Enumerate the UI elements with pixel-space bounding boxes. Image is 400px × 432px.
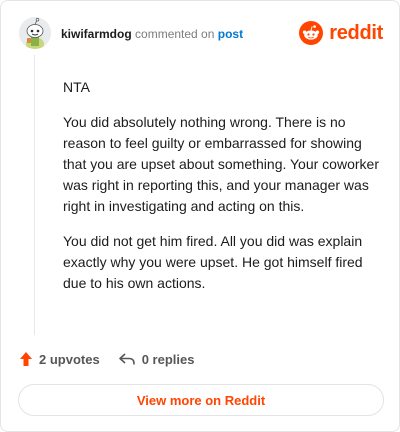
upvote-count: 2 upvotes <box>39 351 100 367</box>
comment-embed-card: kiwifarmdog commented on post reddit NTA… <box>0 0 400 432</box>
upvote-action[interactable]: 2 upvotes <box>19 351 100 367</box>
comment-paragraph-2: You did absolutely nothing wrong. There … <box>63 114 379 214</box>
view-more-button[interactable]: View more on Reddit <box>18 384 384 416</box>
commented-text: commented on <box>135 27 215 41</box>
post-link[interactable]: post <box>218 27 243 41</box>
reply-action[interactable]: 0 replies <box>118 351 195 367</box>
thread-line <box>34 55 35 335</box>
comment-header: kiwifarmdog commented on post reddit <box>19 17 383 53</box>
author-line: kiwifarmdog commented on post <box>61 27 243 41</box>
reddit-logo[interactable]: reddit <box>299 19 383 47</box>
comment-paragraph-1: NTA <box>63 79 90 95</box>
comment-body: NTA You did absolutely nothing wrong. Th… <box>63 77 379 308</box>
reply-count: 0 replies <box>141 351 195 367</box>
reddit-wordmark: reddit <box>329 21 383 44</box>
comment-actions: 2 upvotes 0 replies <box>19 349 212 369</box>
snoo-avatar-icon[interactable] <box>19 17 51 49</box>
reddit-alien-icon <box>299 21 324 45</box>
upvote-arrow-icon <box>20 352 32 366</box>
reply-arrow-icon <box>118 353 135 365</box>
author-username[interactable]: kiwifarmdog <box>61 27 132 41</box>
comment-paragraph-3: You did not get him fired. All you did w… <box>63 233 363 291</box>
